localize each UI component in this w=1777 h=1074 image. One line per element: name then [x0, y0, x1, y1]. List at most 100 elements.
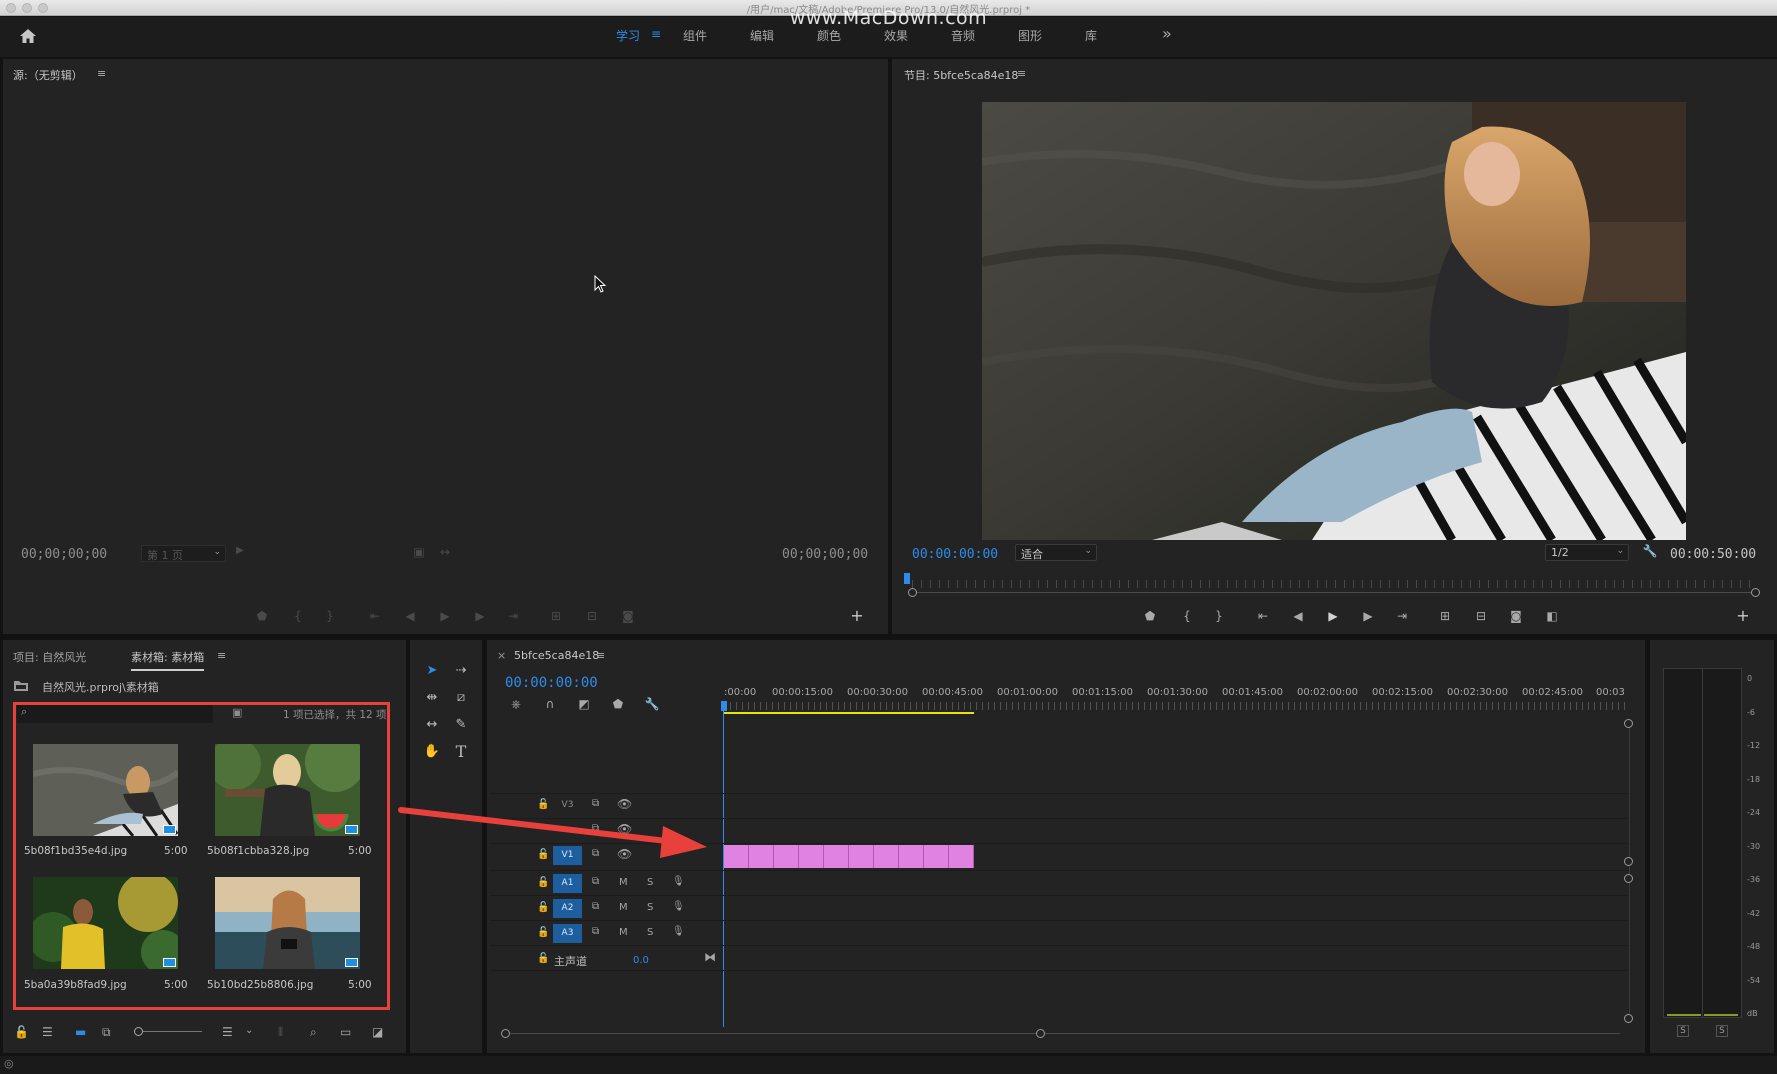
source-timecode[interactable]: 00;00;00;00 — [21, 547, 107, 562]
sync-lock-icon[interactable]: ⧉ — [592, 926, 599, 937]
timeline-clip[interactable] — [899, 845, 924, 868]
mark-in-icon[interactable]: { — [288, 609, 308, 623]
solo-button[interactable]: S — [647, 877, 653, 888]
timeline-clip[interactable] — [749, 845, 774, 868]
timeline-clip[interactable] — [849, 845, 874, 868]
lock-icon[interactable]: 🔓 — [537, 953, 549, 964]
workspace-tab-audio[interactable]: 音频 — [951, 27, 975, 44]
timeline-clip[interactable] — [949, 845, 974, 868]
add-marker-icon[interactable]: ⬟ — [1140, 609, 1160, 623]
playhead-handle[interactable] — [721, 701, 727, 711]
sync-lock-icon[interactable]: ⧉ — [592, 901, 599, 912]
mute-button[interactable]: M — [619, 902, 628, 913]
icon-view-icon[interactable]: ▬ — [75, 1025, 86, 1039]
vscroll-handle[interactable] — [1624, 1014, 1633, 1023]
microphone-icon[interactable]: 🎙 — [672, 926, 685, 937]
timeline-horizontal-scrollbar[interactable] — [505, 1033, 1620, 1034]
insert-icon[interactable]: ▣ — [409, 545, 429, 559]
program-monitor-title[interactable]: 节目: 5bfce5ca84e18 — [904, 67, 1018, 83]
track-label-a2[interactable]: A2 — [553, 899, 582, 918]
lock-icon[interactable]: 🔓 — [537, 927, 549, 938]
scroll-handle-left[interactable] — [501, 1029, 510, 1038]
workspace-tab-learn[interactable]: 学习 — [616, 27, 640, 44]
slip-tool-icon[interactable]: ↔ — [421, 714, 443, 736]
lock-icon[interactable]: 🔓 — [14, 1025, 29, 1039]
workspace-tab-effects[interactable]: 效果 — [884, 27, 908, 44]
type-tool-icon[interactable]: T — [450, 741, 472, 763]
nest-toggle-icon[interactable]: ⎈ — [506, 697, 526, 712]
meter-solo-right[interactable]: S — [1716, 1025, 1728, 1037]
overwrite-clip-icon[interactable]: ⊟ — [582, 609, 602, 623]
tab-project[interactable]: 项目: 自然风光 — [13, 649, 86, 665]
play-icon[interactable]: ▶ — [435, 609, 455, 623]
solo-button[interactable]: S — [647, 927, 653, 938]
timeline-clip[interactable] — [824, 845, 849, 868]
meter-solo-left[interactable]: S — [1677, 1025, 1689, 1037]
timeline-clip[interactable] — [774, 845, 799, 868]
timeline-menu-icon[interactable]: ≡ — [596, 649, 605, 662]
automate-icon[interactable]: ⫴ — [278, 1025, 283, 1040]
workspace-menu-icon[interactable]: ≡ — [651, 27, 661, 41]
track-label-a1[interactable]: A1 — [553, 874, 582, 893]
sync-lock-icon[interactable]: ⧉ — [592, 876, 599, 887]
timeline-timecode[interactable]: 00:00:00:00 — [505, 675, 598, 691]
track-select-tool-icon[interactable]: ⇢ — [450, 660, 472, 682]
work-area-bar[interactable] — [724, 712, 974, 714]
vscroll-handle[interactable] — [1624, 719, 1633, 728]
export-frame-icon[interactable]: ◙ — [618, 609, 638, 623]
track-label-a3[interactable]: A3 — [553, 924, 582, 943]
sort-icon[interactable]: ☰ — [222, 1025, 233, 1039]
vscroll-handle[interactable] — [1624, 874, 1633, 883]
chevron-down-icon[interactable]: ⌄ — [245, 1025, 253, 1036]
hand-tool-icon[interactable]: ✋ — [421, 741, 443, 763]
step-back-icon[interactable]: ◀ — [400, 609, 420, 623]
mark-out-icon[interactable]: } — [320, 609, 340, 623]
workspace-tab-libraries[interactable]: 库 — [1085, 27, 1097, 44]
mute-button[interactable]: M — [619, 877, 628, 888]
timeline-settings-icon[interactable]: 🔧 — [642, 697, 662, 711]
zoom-handle-left[interactable] — [908, 588, 917, 597]
step-forward-icon[interactable]: ▶ — [470, 609, 490, 623]
linked-selection-icon[interactable]: ◩ — [574, 697, 594, 711]
project-panel-menu-icon[interactable]: ≡ — [217, 649, 226, 662]
lift-icon[interactable]: ⊞ — [1435, 609, 1455, 623]
tab-bin[interactable]: 素材箱: 素材箱 — [131, 649, 205, 671]
comparison-view-icon[interactable]: ◧ — [1542, 609, 1562, 623]
timeline-close-icon[interactable]: × — [497, 649, 506, 662]
program-playhead[interactable] — [904, 573, 910, 584]
go-to-in-icon[interactable]: ⇤ — [365, 609, 385, 623]
zoom-handle-right[interactable] — [1751, 588, 1760, 597]
mark-in-icon[interactable]: { — [1177, 609, 1197, 623]
source-monitor-title[interactable]: 源:（无剪辑） — [13, 67, 83, 83]
home-button[interactable] — [18, 27, 38, 45]
pen-tool-icon[interactable]: ✎ — [450, 714, 472, 736]
thumbnail-size-handle[interactable] — [134, 1027, 143, 1036]
workspace-tab-editing[interactable]: 编辑 — [750, 27, 774, 44]
program-add-button-icon[interactable]: + — [1733, 606, 1753, 625]
timeline-clip[interactable] — [799, 845, 824, 868]
thumbnail-size-slider[interactable] — [136, 1031, 202, 1032]
workspace-tab-color[interactable]: 颜色 — [817, 27, 841, 44]
go-to-end-icon[interactable]: ⧓ — [704, 950, 716, 964]
razor-tool-icon[interactable]: ⧄ — [450, 687, 472, 709]
lock-icon[interactable]: 🔓 — [537, 877, 549, 888]
snap-icon[interactable]: ∩ — [540, 697, 560, 711]
microphone-icon[interactable]: 🎙 — [672, 876, 685, 887]
scroll-handle-right[interactable] — [1036, 1029, 1045, 1038]
timeline-clip[interactable] — [874, 845, 899, 868]
mute-button[interactable]: M — [619, 927, 628, 938]
program-time-ruler[interactable] — [912, 580, 1756, 588]
source-add-button-icon[interactable]: + — [847, 606, 867, 625]
source-page-select[interactable]: 第 1 页 ⌄ — [141, 545, 226, 562]
program-video-frame[interactable] — [982, 102, 1686, 540]
program-resolution-select[interactable]: 1/2 ⌄ — [1545, 544, 1629, 561]
new-item-icon[interactable]: ◪ — [372, 1025, 383, 1039]
freeform-view-icon[interactable]: ⧉ — [102, 1025, 111, 1040]
selection-tool-icon[interactable]: ➤ — [421, 660, 443, 682]
timeline-clip[interactable] — [724, 845, 749, 868]
solo-button[interactable]: S — [647, 902, 653, 913]
workspace-tab-assembly[interactable]: 组件 — [683, 27, 707, 44]
add-marker-icon[interactable]: ⬟ — [252, 609, 272, 623]
extract-icon[interactable]: ⊟ — [1471, 609, 1491, 623]
ripple-edit-tool-icon[interactable]: ⇹ — [421, 687, 443, 709]
